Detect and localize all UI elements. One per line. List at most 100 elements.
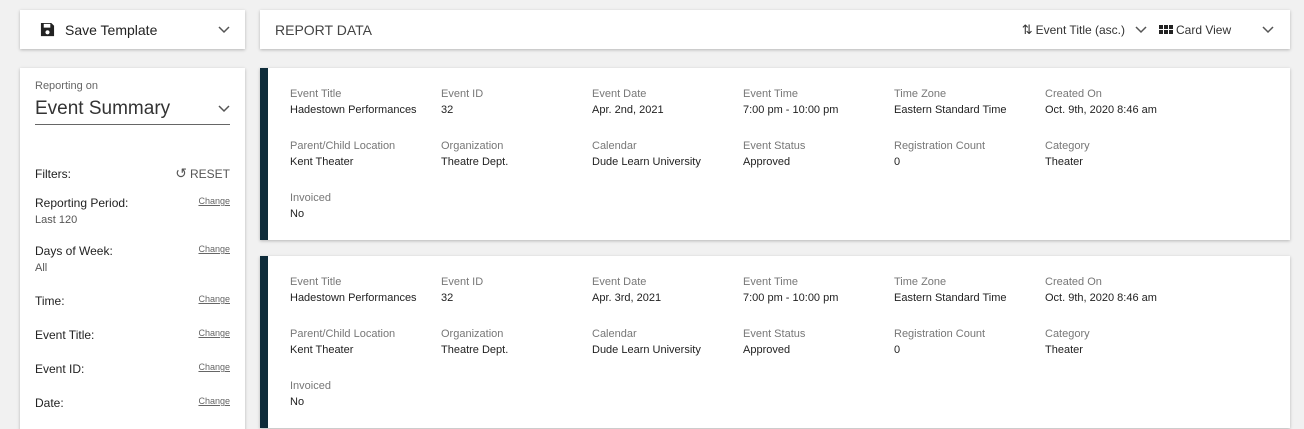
- reset-icon: ↺: [175, 165, 187, 181]
- reporting-on-value: Event Summary: [35, 98, 171, 119]
- filter-event-id: Event ID: Change: [35, 362, 230, 396]
- field-created-on: Created On Oct. 9th, 2020 8:46 am: [1045, 88, 1196, 140]
- filter-time: Time: Change: [35, 294, 230, 328]
- field-value: Kent Theater: [290, 344, 354, 356]
- event-field-row: Invoiced No: [290, 192, 1290, 244]
- field-label: Invoiced: [290, 380, 331, 392]
- field-label: Event Date: [592, 276, 647, 288]
- save-template-button[interactable]: Save Template: [20, 10, 245, 49]
- field-value: Eastern Standard Time: [894, 104, 1007, 116]
- reset-label: RESET: [189, 166, 230, 181]
- change-link[interactable]: Change: [198, 396, 230, 406]
- field-value: Dude Learn University: [592, 156, 701, 168]
- field-value: Eastern Standard Time: [894, 292, 1007, 304]
- field-value: Dude Learn University: [592, 344, 701, 356]
- event-card: Event Title Hadestown Performances Event …: [260, 68, 1290, 240]
- field-value: Kent Theater: [290, 156, 354, 168]
- field-value: Oct. 9th, 2020 8:46 am: [1045, 292, 1157, 304]
- field-value: 32: [441, 104, 454, 116]
- filter-name: Event ID:: [35, 362, 85, 376]
- field-invoiced: Invoiced No: [290, 380, 441, 429]
- reporting-on-label: Reporting on: [35, 80, 98, 92]
- field-value: 0: [894, 156, 901, 168]
- field-label: Parent/Child Location: [290, 328, 396, 340]
- field-value: Theatre Dept.: [441, 344, 509, 356]
- filter-event-title: Event Title: Change: [35, 328, 230, 362]
- change-link[interactable]: Change: [198, 196, 230, 206]
- filter-name: Reporting Period:: [35, 196, 129, 210]
- field-value: 0: [894, 344, 901, 356]
- field-event-time: Event Time 7:00 pm - 10:00 pm: [743, 88, 894, 140]
- change-link[interactable]: Change: [198, 362, 230, 372]
- report-data-title: REPORT DATA: [275, 21, 372, 38]
- change-link[interactable]: Change: [198, 244, 230, 254]
- field-organization: Organization Theatre Dept.: [441, 328, 592, 380]
- field-value: Theater: [1045, 156, 1083, 168]
- chevron-down-icon: [1262, 25, 1274, 33]
- field-value: Apr. 3rd, 2021: [592, 292, 662, 304]
- field-event-time: Event Time 7:00 pm - 10:00 pm: [743, 276, 894, 328]
- field-calendar: Calendar Dude Learn University: [592, 328, 743, 380]
- field-value: No: [290, 208, 305, 220]
- filter-name: Time:: [35, 294, 65, 308]
- event-field-row: Invoiced No: [290, 380, 1290, 429]
- field-event-title: Event Title Hadestown Performances: [290, 88, 441, 140]
- field-event-date: Event Date Apr. 3rd, 2021: [592, 276, 743, 328]
- field-value: 32: [441, 292, 454, 304]
- field-label: Registration Count: [894, 140, 986, 152]
- filter-reporting-period: Reporting Period: Last 120 Change: [35, 196, 230, 244]
- filter-name: Event Title:: [35, 328, 95, 342]
- field-event-date: Event Date Apr. 2nd, 2021: [592, 88, 743, 140]
- field-time-zone: Time Zone Eastern Standard Time: [894, 88, 1045, 140]
- field-label: Calendar: [592, 328, 637, 340]
- field-event-id: Event ID 32: [441, 276, 592, 328]
- field-label: Time Zone: [894, 276, 947, 288]
- field-value: Theatre Dept.: [441, 156, 509, 168]
- field-value: Theater: [1045, 344, 1083, 356]
- view-label: Card View: [1176, 22, 1232, 37]
- sort-label: Event Title (asc.): [1035, 22, 1125, 37]
- field-category: Category Theater: [1045, 140, 1196, 192]
- field-label: Event Date: [592, 88, 647, 100]
- change-link[interactable]: Change: [198, 328, 230, 338]
- event-field-row: Parent/Child Location Kent Theater Organi…: [290, 328, 1290, 380]
- field-event-status: Event Status Approved: [743, 328, 894, 380]
- filter-date: Date: Change: [35, 396, 230, 429]
- change-link[interactable]: Change: [198, 294, 230, 304]
- chevron-down-icon: [1135, 25, 1147, 33]
- event-field-row: Event Title Hadestown Performances Event …: [290, 276, 1290, 328]
- sort-dropdown[interactable]: ⇅ Event Title (asc.): [1022, 22, 1147, 38]
- reporting-on-select[interactable]: Event Summary: [35, 94, 230, 125]
- field-value: Apr. 2nd, 2021: [592, 104, 664, 116]
- field-label: Created On: [1045, 276, 1102, 288]
- field-value: 7:00 pm - 10:00 pm: [743, 292, 839, 304]
- grid-view-icon: [1159, 25, 1173, 34]
- view-dropdown[interactable]: Card View: [1159, 23, 1274, 37]
- field-value: Approved: [743, 344, 791, 356]
- reset-button[interactable]: ↺ RESET: [175, 165, 230, 182]
- filter-name: Date:: [35, 396, 64, 410]
- field-label: Event ID: [441, 276, 484, 288]
- sort-arrows-icon: ⇅: [1021, 21, 1033, 37]
- field-label: Organization: [441, 328, 504, 340]
- field-label: Event ID: [441, 88, 484, 100]
- save-template-label: Save Template: [65, 21, 158, 38]
- filter-value: Last 120: [35, 214, 78, 226]
- field-registration-count: Registration Count 0: [894, 140, 1045, 192]
- field-label: Event Status: [743, 140, 806, 152]
- filter-days-of-week: Days of Week: All Change: [35, 244, 230, 294]
- filter-value: All: [35, 262, 48, 274]
- event-card: Event Title Hadestown Performances Event …: [260, 256, 1290, 428]
- field-label: Calendar: [592, 140, 637, 152]
- field-label: Registration Count: [894, 328, 986, 340]
- field-label: Parent/Child Location: [290, 140, 396, 152]
- field-label: Time Zone: [894, 88, 947, 100]
- field-value: Hadestown Performances: [290, 104, 417, 116]
- report-data-header: REPORT DATA ⇅ Event Title (asc.) Card Vi…: [260, 10, 1290, 49]
- chevron-down-icon: [218, 105, 230, 113]
- field-label: Organization: [441, 140, 504, 152]
- field-calendar: Calendar Dude Learn University: [592, 140, 743, 192]
- filters-label: Filters:: [35, 166, 71, 181]
- field-value: No: [290, 396, 305, 408]
- field-label: Event Time: [743, 276, 799, 288]
